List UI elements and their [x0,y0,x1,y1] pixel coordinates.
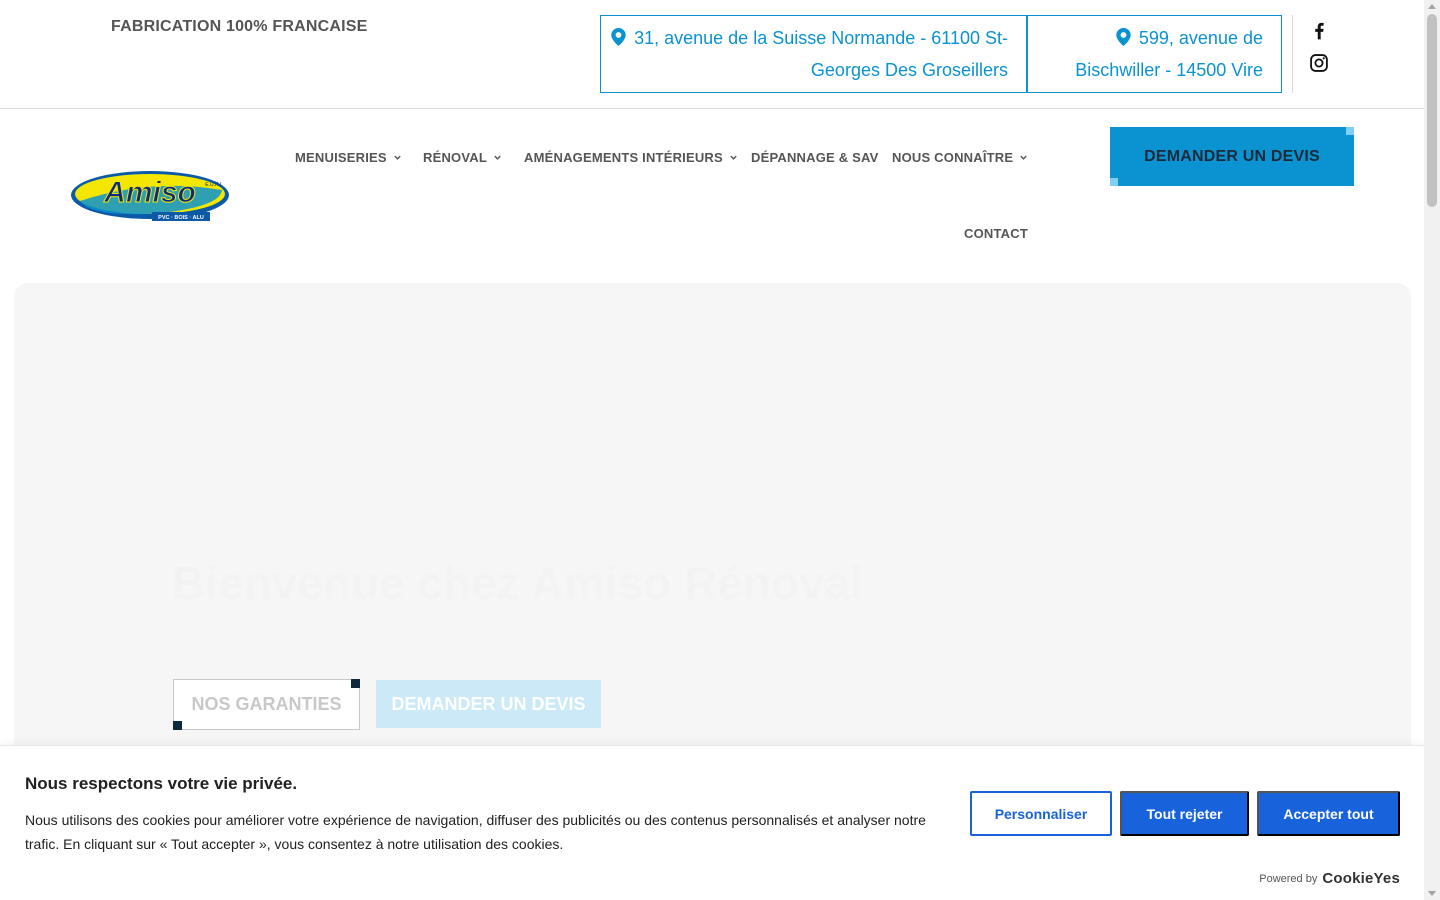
decor-square [1110,178,1118,186]
nav-label: AMÉNAGEMENTS INTÉRIEURS [524,150,723,165]
nav-label: NOUS CONNAÎTRE [892,150,1014,165]
chevron-down-icon [394,155,401,160]
nav-label: DÉPANNAGE & SAV [751,150,879,165]
nav-item-contact[interactable]: CONTACT [964,226,1028,241]
customize-button[interactable]: Personnaliser [970,791,1112,836]
top-bar: FABRICATION 100% FRANCAISE 31, avenue de… [0,0,1424,109]
request-quote-label: DEMANDER UN DEVIS [1144,147,1320,165]
nav-item-nous-connaitre[interactable]: NOUS CONNAÎTRE [892,150,1028,165]
decor-square [351,679,360,688]
map-pin-icon [611,28,626,46]
nav-item-amenagements-interieurs[interactable]: AMÉNAGEMENTS INTÉRIEURS [524,150,738,165]
nav-item-renoval[interactable]: RÉNOVAL [423,150,502,165]
nav-item-menuiseries[interactable]: MENUISERIES [295,150,402,165]
guarantees-label: NOS GARANTIES [191,694,342,714]
scrollbar-thumb[interactable] [1427,14,1437,207]
guarantees-button[interactable]: NOS GARANTIES [173,679,360,730]
logo-wordmark: Amiso [103,176,196,209]
tagline: FABRICATION 100% FRANCAISE [111,18,368,35]
chevron-down-icon [730,155,737,160]
page: FABRICATION 100% FRANCAISE 31, avenue de… [0,0,1440,900]
cookie-description: Nous utilisons des cookies pour améliore… [25,812,926,852]
request-quote-button[interactable]: DEMANDER UN DEVIS [1110,127,1354,186]
cookieyes-brand[interactable]: CookieYes [1322,870,1400,887]
logo-suffix: E.U.R.L [205,182,223,188]
cookie-banner: Nous respectons votre vie privée. Nous u… [0,745,1424,900]
scroll-up-arrow-icon[interactable] [1428,4,1436,9]
map-pin-icon [1116,28,1131,46]
reject-all-button[interactable]: Tout rejeter [1120,791,1249,836]
nav-label: CONTACT [964,226,1028,241]
nav-item-depannage-sav[interactable]: DÉPANNAGE & SAV [751,150,878,165]
address-card-2[interactable]: 599, avenue de Bischwiller - 14500 Vire [1027,15,1282,93]
powered-by: Powered by CookieYes [1259,870,1400,887]
divider [1292,15,1293,93]
logo-subtitle: PVC · BOIS · ALU [158,215,204,221]
scroll-down-arrow-icon[interactable] [1428,891,1436,896]
address-card-1[interactable]: 31, avenue de la Suisse Normande - 61100… [600,15,1027,93]
hero-title: Bienvenue chez Amiso Rénoval [172,557,864,609]
powered-by-label: Powered by [1259,872,1318,885]
decor-square [1346,127,1354,135]
cookie-title: Nous respectons votre vie privée. [25,774,298,793]
address-1-text: 31, avenue de la Suisse Normande - 61100… [634,28,1008,80]
accept-all-button[interactable]: Accepter tout [1257,791,1400,836]
chevron-down-icon [1020,155,1027,160]
hero-quote-button[interactable]: DEMANDER UN DEVIS [376,680,601,728]
instagram-icon[interactable] [1309,53,1329,73]
decor-square [173,721,182,730]
scrollbar[interactable] [1424,0,1440,900]
facebook-icon[interactable] [1309,21,1329,41]
nav-label: MENUISERIES [295,150,387,165]
amiso-logo[interactable]: Amiso E.U.R.L PVC · BOIS · ALU [70,168,232,224]
address-2-text: 599, avenue de Bischwiller - 14500 Vire [1075,28,1263,80]
nav-label: RÉNOVAL [423,150,487,165]
chevron-down-icon [494,155,501,160]
hero-quote-label: DEMANDER UN DEVIS [391,693,586,714]
